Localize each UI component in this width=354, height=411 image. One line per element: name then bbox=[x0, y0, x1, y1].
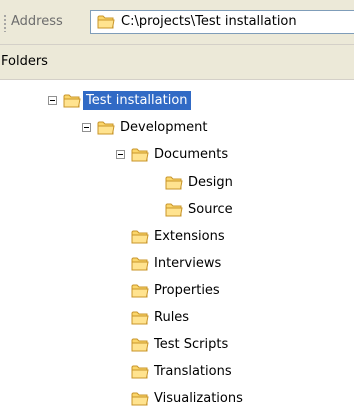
folder-icon bbox=[165, 203, 183, 217]
tree-item-test-installation[interactable]: Test installation bbox=[0, 90, 354, 112]
tree-item-label: Translations bbox=[154, 364, 232, 379]
tree-item-label: Test installation bbox=[83, 91, 191, 110]
folder-icon bbox=[131, 392, 149, 406]
folder-icon bbox=[97, 121, 115, 135]
tree-item-label: Rules bbox=[154, 310, 190, 325]
address-field[interactable]: C:\projects\Test installation bbox=[90, 10, 354, 34]
tree-item-label: Documents bbox=[154, 147, 229, 162]
tree-item-extensions[interactable]: Extensions bbox=[0, 226, 354, 248]
toolbar-grip[interactable] bbox=[4, 14, 6, 32]
address-toolbar: Address C:\projects\Test installation bbox=[0, 0, 354, 45]
tree-item-label: Design bbox=[188, 175, 233, 190]
folder-icon bbox=[131, 311, 149, 325]
address-path: C:\projects\Test installation bbox=[121, 14, 297, 29]
folder-icon bbox=[131, 338, 149, 352]
tree-item-source[interactable]: Source bbox=[0, 199, 354, 221]
folder-icon bbox=[131, 284, 149, 298]
folder-tree: Test installation Development Documents … bbox=[0, 80, 354, 411]
tree-item-documents[interactable]: Documents bbox=[0, 144, 354, 166]
folder-icon bbox=[131, 148, 149, 162]
tree-item-label: Development bbox=[120, 120, 208, 135]
folders-pane-title: Folders bbox=[1, 54, 48, 69]
tree-item-interviews[interactable]: Interviews bbox=[0, 253, 354, 275]
tree-item-rules[interactable]: Rules bbox=[0, 307, 354, 329]
tree-item-development[interactable]: Development bbox=[0, 117, 354, 139]
tree-item-label: Interviews bbox=[154, 256, 222, 271]
folder-icon bbox=[131, 257, 149, 271]
tree-item-label: Extensions bbox=[154, 229, 225, 244]
folder-icon bbox=[165, 176, 183, 190]
collapse-icon[interactable] bbox=[116, 150, 125, 159]
folder-icon bbox=[63, 94, 81, 108]
tree-item-test-scripts[interactable]: Test Scripts bbox=[0, 334, 354, 356]
tree-item-label: Test Scripts bbox=[154, 337, 229, 352]
tree-item-label: Visualizations bbox=[154, 391, 243, 406]
folder-icon bbox=[97, 15, 115, 29]
collapse-icon[interactable] bbox=[48, 96, 57, 105]
tree-item-label: Source bbox=[188, 202, 233, 217]
folder-icon bbox=[131, 230, 149, 244]
tree-item-visualizations[interactable]: Visualizations bbox=[0, 388, 354, 410]
address-label: Address bbox=[11, 14, 63, 29]
tree-item-properties[interactable]: Properties bbox=[0, 280, 354, 302]
folders-pane-header: Folders bbox=[0, 45, 354, 80]
collapse-icon[interactable] bbox=[82, 123, 91, 132]
tree-item-label: Properties bbox=[154, 283, 220, 298]
folder-icon bbox=[131, 365, 149, 379]
tree-item-design[interactable]: Design bbox=[0, 172, 354, 194]
tree-item-translations[interactable]: Translations bbox=[0, 361, 354, 383]
